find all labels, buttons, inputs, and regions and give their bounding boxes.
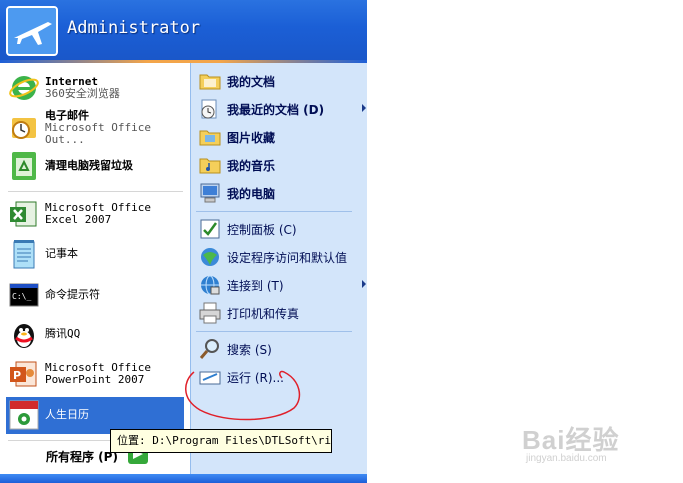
submenu-arrow-icon xyxy=(362,104,366,112)
recent-docs-icon xyxy=(198,97,222,121)
place-label: 控制面板 (C) xyxy=(227,222,297,237)
music-folder-icon xyxy=(198,153,222,177)
place-label: 连接到 (T) xyxy=(227,278,284,293)
place-label: 我的音乐 xyxy=(227,158,276,173)
program-qq[interactable]: 腾讯QQ xyxy=(8,318,186,350)
program-notepad[interactable]: 记事本 xyxy=(8,238,186,270)
notepad-icon xyxy=(8,238,40,270)
qq-icon xyxy=(8,318,40,350)
program-subtitle: 360安全浏览器 xyxy=(45,87,120,100)
program-cmd[interactable]: C:\_ 命令提示符 xyxy=(8,279,186,311)
program-calendar[interactable]: 人生日历 xyxy=(8,399,186,431)
place-search[interactable]: 搜索 (S) xyxy=(198,337,272,361)
folder-icon xyxy=(198,69,222,93)
defaults-icon xyxy=(198,245,222,269)
powerpoint-icon: P xyxy=(8,358,40,390)
place-label: 图片收藏 xyxy=(227,130,276,145)
user-name: Administrator xyxy=(67,18,201,38)
place-label: 我的电脑 xyxy=(227,186,276,201)
annotation-circle xyxy=(185,370,301,421)
place-my-computer[interactable]: 我的电脑 xyxy=(198,181,275,205)
svg-text:C:\_: C:\_ xyxy=(12,292,31,301)
excel-icon xyxy=(8,198,40,230)
left-separator xyxy=(8,191,183,192)
program-internet[interactable]: Internet 360安全浏览器 xyxy=(8,72,186,104)
program-subtitle: Microsoft Office Out... xyxy=(45,121,151,146)
place-my-documents[interactable]: 我的文档 xyxy=(198,69,275,93)
program-title: 清理电脑残留垃圾 xyxy=(45,159,133,172)
network-icon xyxy=(198,273,222,297)
submenu-arrow-icon xyxy=(362,280,366,288)
place-my-pictures[interactable]: 图片收藏 xyxy=(198,125,275,149)
printer-icon xyxy=(198,301,222,325)
program-title: 记事本 xyxy=(45,247,78,260)
right-separator xyxy=(196,331,352,332)
place-my-music[interactable]: 我的音乐 xyxy=(198,153,275,177)
outlook-icon xyxy=(8,112,40,144)
place-recent-documents[interactable]: 我最近的文档 (D) xyxy=(198,97,324,121)
right-separator xyxy=(196,211,352,212)
program-email[interactable]: 电子邮件 Microsoft Office Out... xyxy=(8,110,186,146)
program-title: 命令提示符 xyxy=(45,288,100,301)
place-label: 我最近的文档 (D) xyxy=(227,102,325,117)
svg-text:P: P xyxy=(13,369,21,382)
location-tooltip: 位置: D:\Program Files\DTLSoft\rili xyxy=(110,429,332,453)
start-menu-header: Administrator xyxy=(0,0,367,60)
search-icon xyxy=(198,337,222,361)
program-title: 人生日历 xyxy=(45,408,89,421)
place-printers[interactable]: 打印机和传真 xyxy=(198,301,299,325)
airplane-icon xyxy=(8,8,56,54)
pictures-folder-icon xyxy=(198,125,222,149)
all-programs-button[interactable]: 所有程序 (P) xyxy=(46,448,118,465)
program-excel[interactable]: Microsoft Office Excel 2007 xyxy=(8,198,186,230)
recycle-icon xyxy=(8,150,40,182)
start-menu-footer xyxy=(0,474,367,483)
ie-icon xyxy=(8,72,40,104)
place-connect-to[interactable]: 连接到 (T) xyxy=(198,273,284,297)
baidu-watermark: Bai经验 jingyan.baidu.com xyxy=(522,420,652,470)
program-title: Microsoft Office Excel 2007 xyxy=(45,201,151,226)
user-avatar[interactable] xyxy=(6,6,58,56)
program-title: 腾讯QQ xyxy=(45,327,81,340)
place-label: 打印机和传真 xyxy=(227,306,300,321)
program-title: Microsoft Office PowerPoint 2007 xyxy=(45,361,151,386)
program-powerpoint[interactable]: P Microsoft Office PowerPoint 2007 xyxy=(8,358,186,390)
place-control-panel[interactable]: 控制面板 (C) xyxy=(198,217,297,241)
watermark-brand: Bai经验 xyxy=(522,425,620,455)
control-panel-icon xyxy=(198,217,222,241)
watermark-url: jingyan.baidu.com xyxy=(526,453,607,464)
place-label: 搜索 (S) xyxy=(227,342,272,357)
place-program-defaults[interactable]: 设定程序访问和默认值 xyxy=(198,245,347,269)
place-label: 我的文档 xyxy=(227,74,276,89)
computer-icon xyxy=(198,181,222,205)
place-label: 设定程序访问和默认值 xyxy=(227,250,348,265)
cmd-icon: C:\_ xyxy=(8,279,40,311)
calendar-icon xyxy=(8,399,40,431)
program-cleaner[interactable]: 清理电脑残留垃圾 xyxy=(8,150,186,182)
